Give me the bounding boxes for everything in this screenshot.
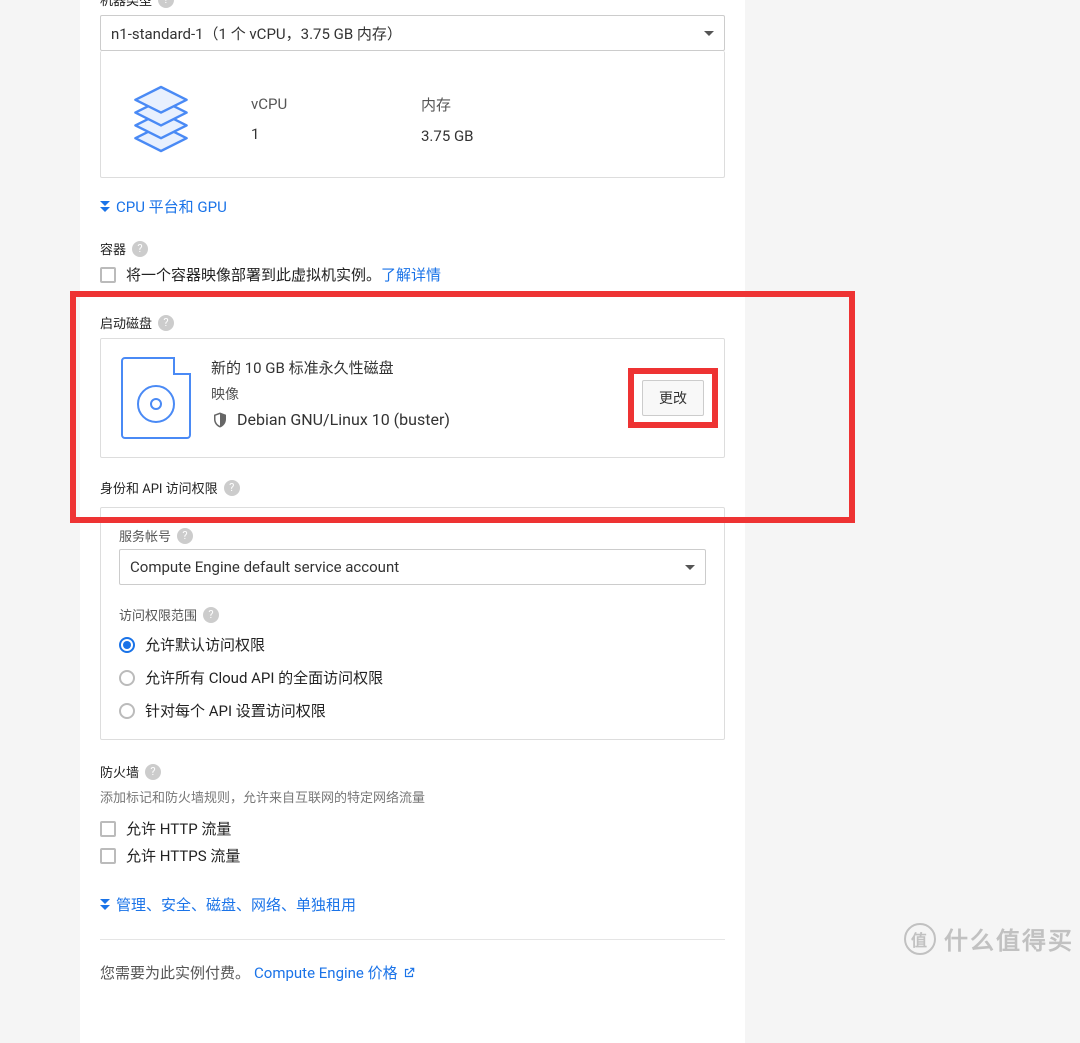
scope-full-label: 允许所有 Cloud API 的全面访问权限 <box>145 667 383 688</box>
scope-full-radio[interactable] <box>119 670 135 686</box>
deploy-container-checkbox[interactable] <box>100 267 116 283</box>
help-icon[interactable]: ? <box>158 315 174 331</box>
advanced-link-text: 管理、安全、磁盘、网络、单独租用 <box>116 894 356 915</box>
watermark-text: 什么值得买 <box>944 921 1074 956</box>
double-chevron-down-icon <box>100 899 110 910</box>
chevron-down-icon <box>704 31 714 36</box>
pricing-link[interactable]: Compute Engine 价格 <box>254 962 398 983</box>
help-icon[interactable]: ? <box>177 528 193 544</box>
deploy-container-text: 将一个容器映像部署到此虚拟机实例。了解详情 <box>126 264 441 285</box>
container-label: 容器 <box>100 239 126 258</box>
help-icon[interactable]: ? <box>203 607 219 623</box>
service-account-select[interactable]: Compute Engine default service account <box>119 549 706 585</box>
vcpu-label: vCPU <box>251 95 371 113</box>
external-link-icon <box>402 966 416 980</box>
chevron-down-icon <box>685 565 695 570</box>
scope-default-label: 允许默认访问权限 <box>145 634 265 655</box>
double-chevron-down-icon <box>100 201 110 212</box>
memory-label: 内存 <box>421 94 541 115</box>
scopes-label: 访问权限范围 <box>119 605 197 624</box>
watermark: 值 什么值得买 <box>904 921 1074 956</box>
boot-disk-image-label: 映像 <box>211 384 450 404</box>
boot-disk-label: 启动磁盘 <box>100 313 152 332</box>
scope-per-api-radio[interactable] <box>119 703 135 719</box>
cpu-gpu-expander[interactable]: CPU 平台和 GPU <box>100 196 227 217</box>
vcpu-value: 1 <box>251 125 371 143</box>
help-icon[interactable]: ? <box>158 0 174 8</box>
allow-http-checkbox[interactable] <box>100 821 116 837</box>
scope-default-radio[interactable] <box>119 637 135 653</box>
firewall-hint: 添加标记和防火墙规则，允许来自互联网的特定网络流量 <box>100 787 725 806</box>
divider <box>100 939 725 940</box>
service-account-label: 服务帐号 <box>119 526 171 545</box>
allow-https-checkbox[interactable] <box>100 848 116 864</box>
help-icon[interactable]: ? <box>145 764 161 780</box>
change-boot-disk-button[interactable]: 更改 <box>642 380 704 416</box>
pricing-note: 您需要为此实例付费。 <box>100 962 250 983</box>
boot-disk-section: 启动磁盘 ? 新的 10 GB 标准永久性磁盘 映像 Debian GNU/Li… <box>100 313 725 497</box>
allow-https-label: 允许 HTTPS 流量 <box>126 845 240 866</box>
boot-disk-title: 新的 10 GB 标准永久性磁盘 <box>211 357 450 378</box>
memory-value: 3.75 GB <box>421 127 541 145</box>
boot-disk-image: Debian GNU/Linux 10 (buster) <box>237 410 450 429</box>
service-account-value: Compute Engine default service account <box>130 558 685 576</box>
machine-type-value: n1-standard-1（1 个 vCPU，3.75 GB 内存） <box>111 23 704 44</box>
cpu-gpu-link-text: CPU 平台和 GPU <box>116 196 227 217</box>
allow-http-label: 允许 HTTP 流量 <box>126 818 231 839</box>
identity-label: 身份和 API 访问权限 <box>100 478 218 497</box>
firewall-label: 防火墙 <box>100 762 139 781</box>
help-icon[interactable]: ? <box>224 480 240 496</box>
scope-per-api-label: 针对每个 API 设置访问权限 <box>145 700 326 721</box>
container-learn-more-link[interactable]: 了解详情 <box>381 266 441 284</box>
shield-icon <box>211 411 229 429</box>
disk-icon <box>121 357 191 439</box>
stack-icon <box>121 79 201 159</box>
help-icon[interactable]: ? <box>132 241 148 257</box>
machine-type-select[interactable]: n1-standard-1（1 个 vCPU，3.75 GB 内存） <box>100 15 725 51</box>
machine-type-label: 机器类型 <box>100 0 152 9</box>
watermark-badge: 值 <box>904 923 936 955</box>
advanced-expander[interactable]: 管理、安全、磁盘、网络、单独租用 <box>100 894 356 915</box>
